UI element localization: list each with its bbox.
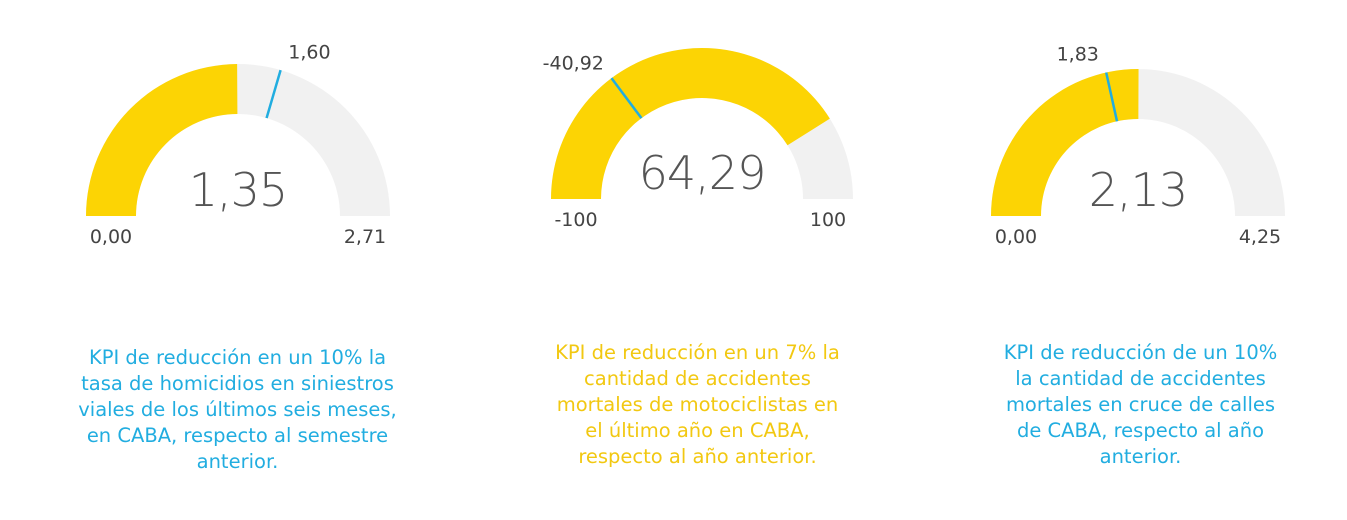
gauges-svg: 1,60 1,35 0,00 2,71 -40,92 64,29 -100 100 1,83 2,… (86, 41, 1285, 248)
gauge-0: 1,60 1,35 0,00 2,71 (86, 41, 390, 248)
kpi-description-cruce-calles: KPI de reducción de un 10% la cantidad d… (1003, 341, 1278, 468)
gauge-target-label: -40,92 (543, 52, 604, 74)
gauge-value-label: 2,13 (1089, 163, 1187, 217)
gauge-min-label: 0,00 (90, 226, 132, 248)
gauge-max-label: 2,71 (344, 226, 386, 248)
kpi-description-homicidios: KPI de reducción en un 10% la tasa de ho… (78, 346, 397, 473)
gauge-max-label: 4,25 (1239, 226, 1281, 248)
kpi-description-motociclistas: KPI de reducción en un 7% la cantidad de… (555, 341, 840, 468)
gauge-1: -40,92 64,29 -100 100 (543, 48, 853, 231)
gauge-min-label: -100 (554, 209, 597, 231)
gauge-min-label: 0,00 (995, 226, 1037, 248)
gauge-2: 1,83 2,13 0,00 4,25 (991, 44, 1285, 248)
gauge-target-label: 1,60 (288, 41, 330, 63)
gauge-value-label: 1,35 (189, 163, 287, 217)
gauge-target-label: 1,83 (1057, 44, 1099, 66)
gauge-max-label: 100 (810, 209, 846, 231)
gauge-value-label: 64,29 (639, 146, 766, 200)
